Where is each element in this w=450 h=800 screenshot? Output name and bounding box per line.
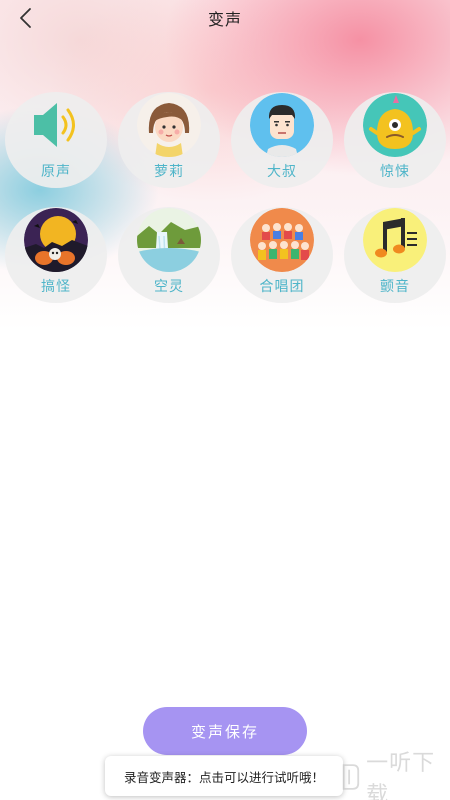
effect-original[interactable]: 原声: [5, 92, 107, 188]
effect-label: 原声: [41, 164, 71, 180]
monster-icon: [363, 93, 427, 157]
effect-label: 萝莉: [154, 164, 184, 180]
effect-loli[interactable]: 萝莉: [118, 92, 220, 188]
uncle-avatar-icon: [250, 93, 314, 157]
watermark-logo-icon: [342, 764, 360, 790]
effect-label: 惊悚: [380, 164, 410, 180]
effect-funny[interactable]: 搞怪: [5, 207, 107, 303]
effect-ethereal[interactable]: 空灵: [118, 207, 220, 303]
effect-label: 颤音: [380, 279, 410, 295]
toast-message: 录音变声器：点击可以进行试听哦！: [105, 756, 343, 796]
watermark: 一听下载: [340, 751, 450, 800]
page-title: 变声: [207, 10, 242, 29]
effect-label: 空灵: [154, 279, 184, 295]
back-arrow-icon[interactable]: [14, 6, 38, 30]
app-header: 变声: [0, 0, 450, 36]
halloween-icon: [24, 208, 88, 272]
effect-label: 搞怪: [41, 279, 71, 295]
waterfall-icon: [137, 208, 201, 272]
effect-uncle[interactable]: 大叔: [231, 92, 333, 188]
speaker-icon: [34, 103, 75, 147]
watermark-text: 一听下载: [366, 751, 436, 800]
effect-thriller[interactable]: 惊悚: [344, 92, 446, 188]
effect-label: 大叔: [267, 164, 297, 180]
girl-avatar-icon: [137, 93, 201, 157]
effect-label: 合唱团: [259, 279, 305, 295]
effect-choir[interactable]: 合唱团: [231, 207, 333, 303]
music-note-icon: [363, 208, 427, 272]
save-voice-button[interactable]: 变声保存: [143, 707, 307, 755]
choir-icon: [250, 208, 314, 272]
effect-vibrato[interactable]: 颤音: [344, 207, 446, 303]
